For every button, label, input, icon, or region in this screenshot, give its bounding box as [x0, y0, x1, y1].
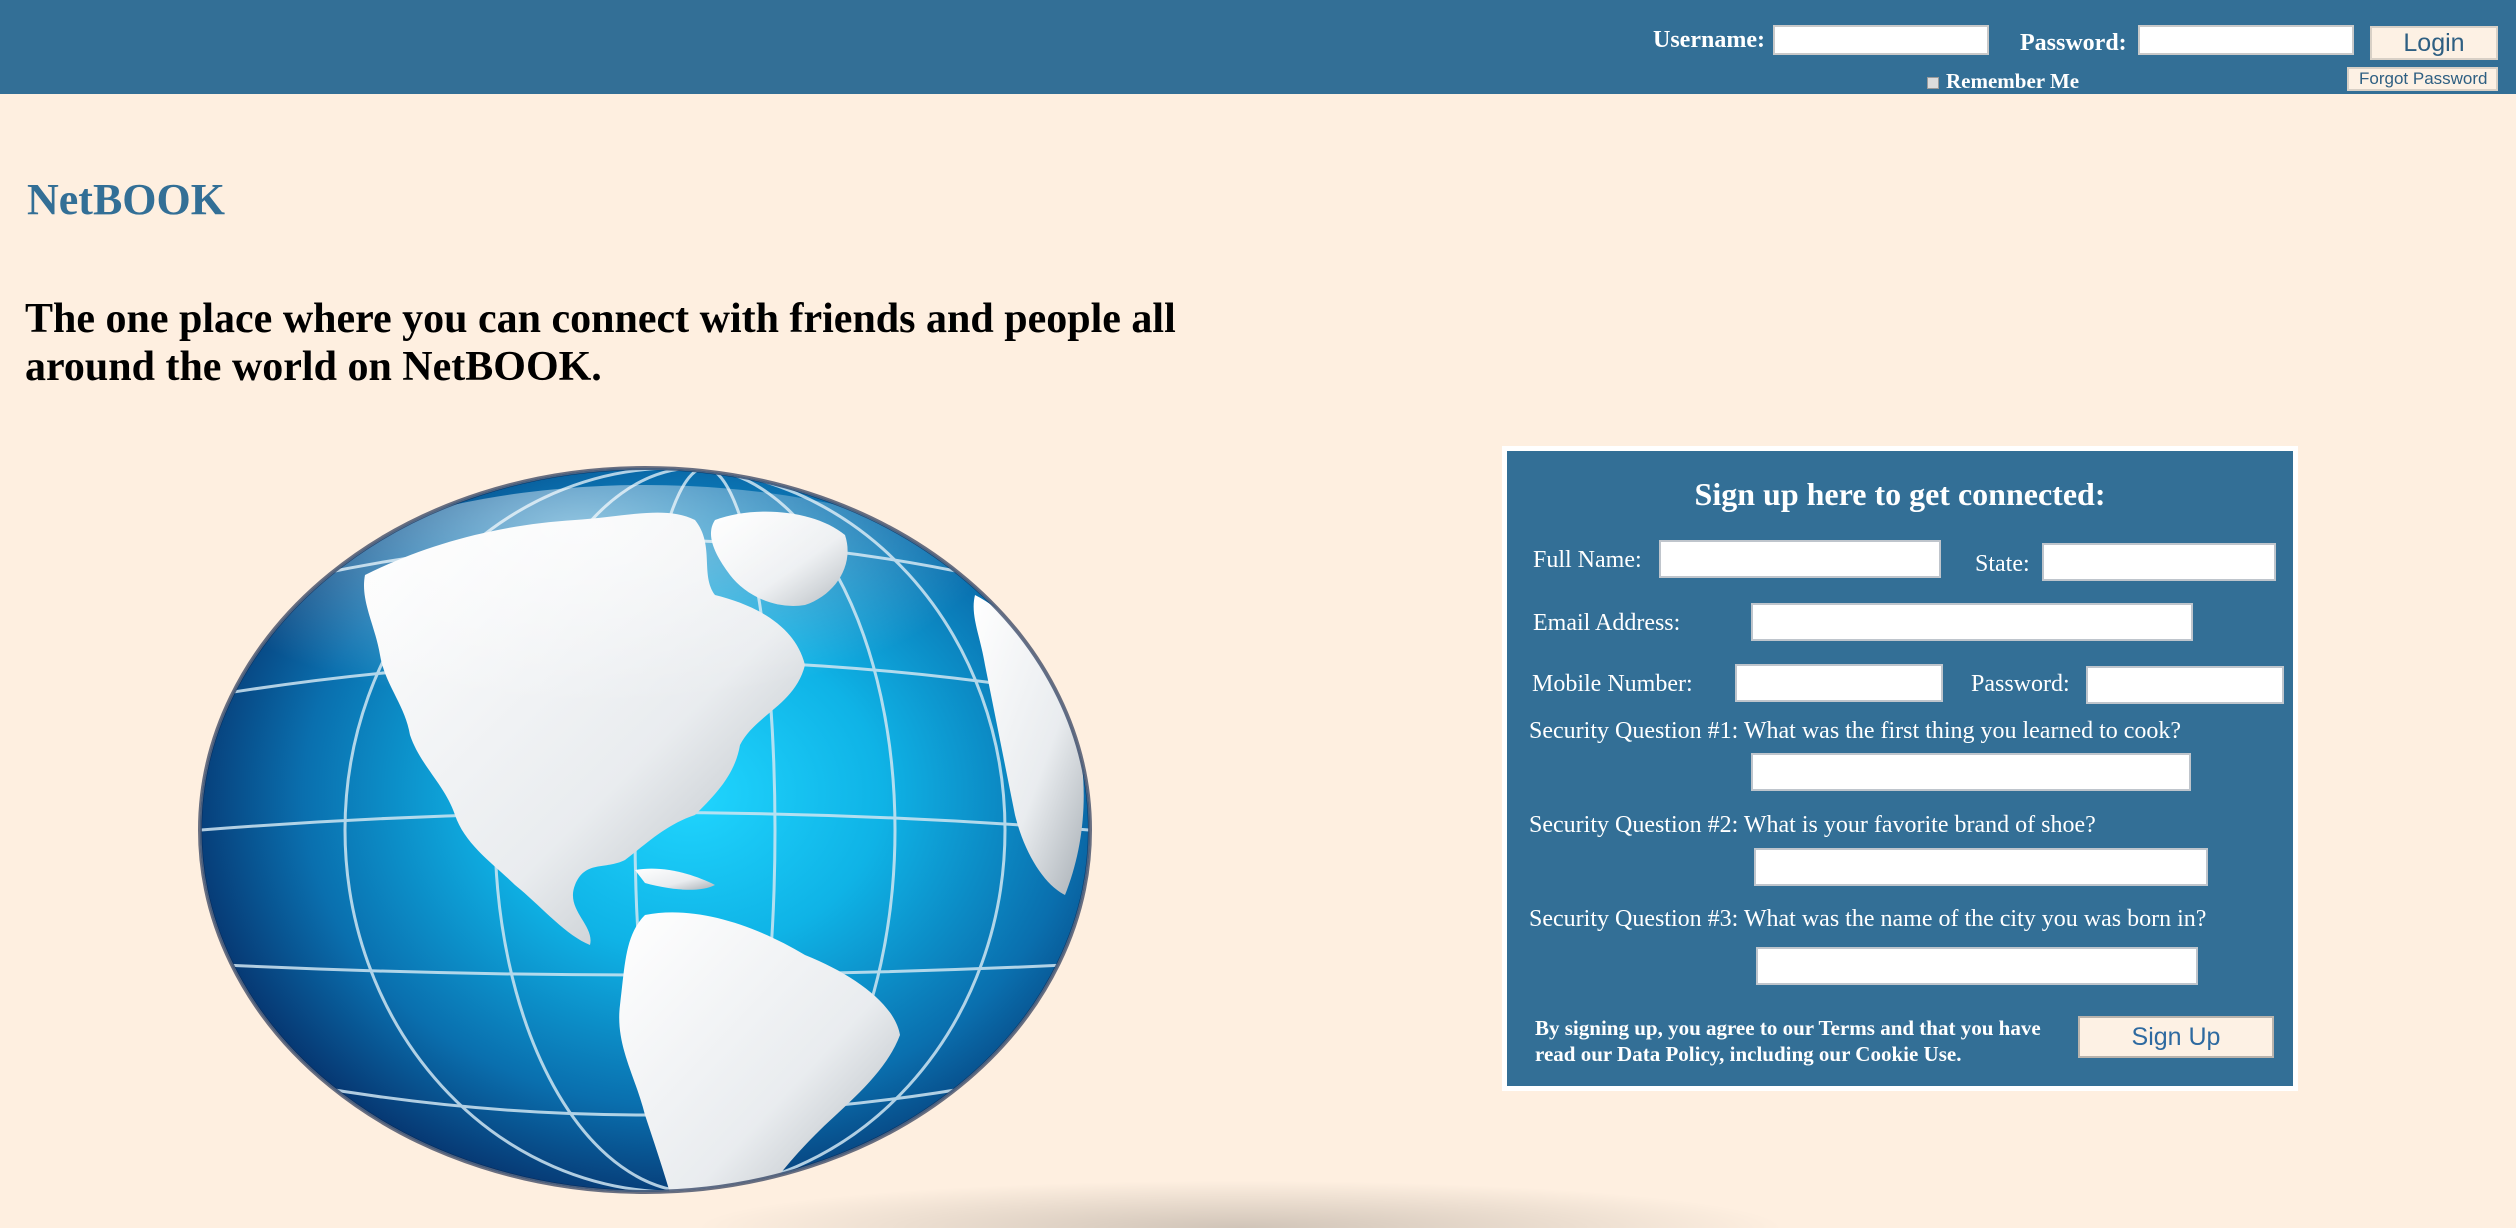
security-answer-2-input[interactable]: [1754, 848, 2208, 886]
forgot-password-button[interactable]: Forgot Password: [2347, 67, 2498, 91]
mobile-number-label: Mobile Number:: [1532, 671, 1693, 697]
tagline: The one place where you can connect with…: [25, 296, 1176, 390]
security-answer-3-input[interactable]: [1756, 947, 2198, 985]
username-input[interactable]: [1773, 25, 1989, 55]
full-name-label: Full Name:: [1533, 547, 1642, 573]
security-question-3-label: Security Question #3: What was the name …: [1529, 906, 2207, 932]
globe-icon: [198, 466, 1092, 1194]
email-input[interactable]: [1751, 603, 2193, 641]
state-input[interactable]: [2042, 543, 2276, 581]
login-button[interactable]: Login: [2370, 26, 2498, 60]
signup-password-input[interactable]: [2086, 666, 2284, 704]
remember-me-label: Remember Me: [1946, 69, 2080, 93]
signup-title: Sign up here to get connected:: [1694, 476, 2106, 512]
username-label: Username:: [1653, 27, 1765, 53]
sign-up-button[interactable]: Sign Up: [2078, 1016, 2274, 1058]
password-input[interactable]: [2138, 25, 2354, 55]
security-answer-1-input[interactable]: [1751, 753, 2191, 791]
signup-password-label: Password:: [1971, 671, 2070, 697]
security-question-1-label: Security Question #1: What was the first…: [1529, 718, 2182, 744]
mobile-number-input[interactable]: [1735, 664, 1943, 702]
security-question-2-label: Security Question #2: What is your favor…: [1529, 812, 2096, 838]
top-bar: Username: Password: Login Remember Me Fo…: [0, 0, 2516, 94]
full-name-input[interactable]: [1659, 540, 1941, 578]
brand-title: NetBOOK: [27, 175, 225, 224]
state-label: State:: [1975, 551, 2030, 577]
password-label: Password:: [2020, 30, 2127, 56]
terms-notice: By signing up, you agree to our Terms an…: [1535, 1016, 2041, 1066]
signup-panel: Sign up here to get connected: Full Name…: [1502, 446, 2298, 1091]
remember-me-checkbox[interactable]: [1927, 77, 1939, 89]
email-label: Email Address:: [1533, 610, 1681, 636]
